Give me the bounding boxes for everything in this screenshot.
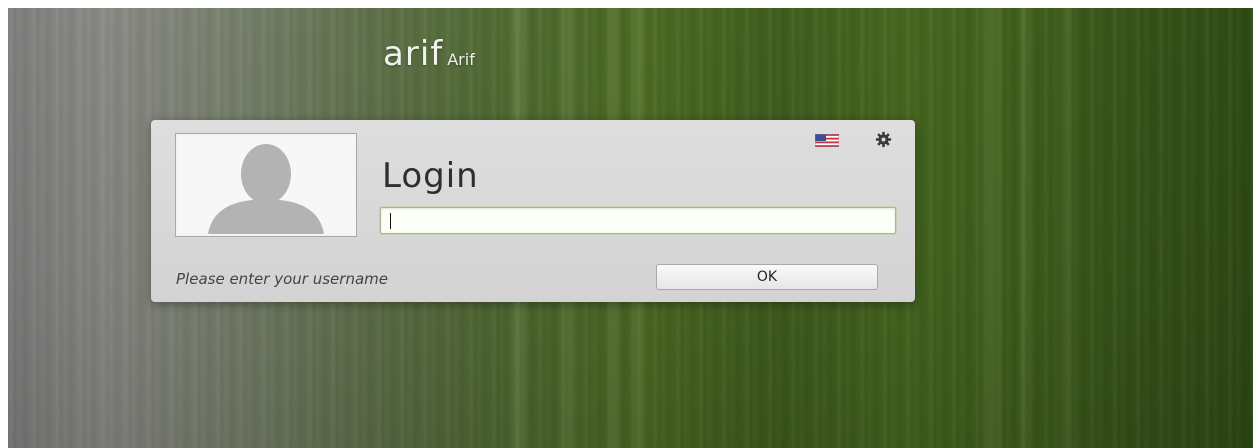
user-silhouette-icon (208, 144, 324, 234)
avatar-placeholder (178, 136, 354, 234)
ok-button[interactable]: OK (656, 264, 878, 290)
avatar (175, 133, 357, 237)
hostname-label: arif (383, 34, 444, 74)
gear-icon[interactable] (875, 131, 892, 148)
greeter-screen: arif Arif Login Please enter your userna… (8, 8, 1253, 448)
prompt-message: Please enter your username (176, 270, 388, 288)
us-flag-icon[interactable] (815, 134, 839, 147)
user-fullname-label: Arif (447, 50, 475, 69)
login-title: Login (382, 156, 479, 196)
machine-name: arif Arif (383, 34, 475, 74)
login-panel: Login Please enter your username OK (151, 120, 915, 302)
text-cursor (390, 213, 391, 229)
username-input[interactable] (380, 207, 896, 234)
